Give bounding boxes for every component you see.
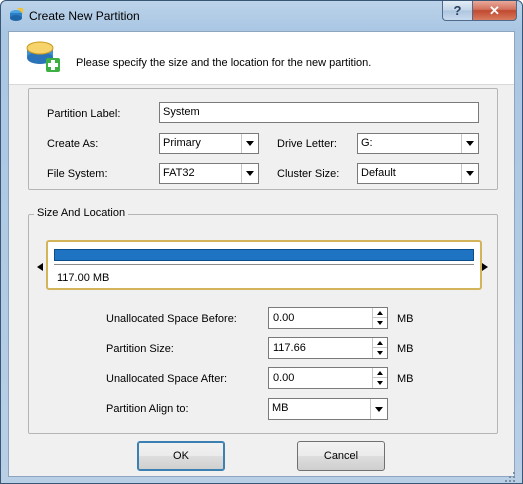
- unallocated-after-spinner[interactable]: 0.00: [268, 367, 388, 389]
- chevron-down-icon[interactable]: [461, 134, 478, 153]
- partition-disk-map[interactable]: 117.00 MB: [46, 240, 482, 290]
- partition-align-select[interactable]: MB: [268, 398, 388, 420]
- new-partition-icon: [26, 41, 60, 72]
- resize-grip-icon[interactable]: [504, 471, 516, 483]
- file-system-select[interactable]: FAT32: [159, 163, 259, 184]
- file-system-value: FAT32: [163, 167, 195, 179]
- header-instruction: Please specify the size and the location…: [76, 57, 372, 69]
- help-icon: ?: [453, 3, 462, 18]
- spinner-buttons: [372, 308, 387, 328]
- create-as-value: Primary: [163, 137, 201, 149]
- partition-align-value: MB: [272, 402, 289, 414]
- disk-map-divider: [54, 264, 474, 265]
- dialog-header: Please specify the size and the location…: [9, 32, 514, 84]
- arrow-up-icon[interactable]: [373, 308, 387, 318]
- spinner-buttons: [372, 338, 387, 358]
- partition-label-label: Partition Label:: [47, 108, 121, 120]
- left-resize-handle-icon[interactable]: [37, 263, 43, 271]
- partition-size-text: 117.00 MB: [57, 272, 110, 284]
- arrow-up-icon[interactable]: [373, 368, 387, 378]
- dialog-body: Please specify the size and the location…: [8, 31, 515, 477]
- create-as-select[interactable]: Primary: [159, 133, 259, 154]
- partition-label-input[interactable]: System: [159, 102, 479, 123]
- unallocated-after-value[interactable]: 0.00: [273, 372, 294, 384]
- unallocated-after-unit: MB: [397, 373, 414, 385]
- partition-bar[interactable]: [54, 249, 474, 261]
- arrow-down-icon[interactable]: [373, 348, 387, 358]
- chevron-down-icon[interactable]: [241, 164, 258, 183]
- create-partition-dialog: Create New Partition ? ✕ Please specify …: [0, 0, 523, 484]
- unallocated-before-label: Unallocated Space Before:: [106, 313, 237, 325]
- partition-size-unit: MB: [397, 343, 414, 355]
- chevron-down-icon[interactable]: [241, 134, 258, 153]
- partition-size-value[interactable]: 117.66: [273, 342, 306, 354]
- create-as-label: Create As:: [47, 138, 99, 150]
- drive-letter-value: G:: [361, 137, 373, 149]
- close-button[interactable]: ✕: [472, 1, 517, 21]
- window-title: Create New Partition: [29, 9, 140, 23]
- partition-size-spinner[interactable]: 117.66: [268, 337, 388, 359]
- cancel-button[interactable]: Cancel: [297, 441, 385, 471]
- unallocated-before-spinner[interactable]: 0.00: [268, 307, 388, 329]
- partition-properties-group: Partition Label: System Create As: Prima…: [28, 88, 498, 190]
- partition-size-label: Partition Size:: [106, 343, 174, 355]
- size-location-title: Size And Location: [34, 207, 129, 219]
- cluster-size-select[interactable]: Default: [357, 163, 479, 184]
- drive-letter-select[interactable]: G:: [357, 133, 479, 154]
- unallocated-after-label: Unallocated Space After:: [106, 373, 228, 385]
- right-resize-handle-icon[interactable]: [482, 263, 488, 271]
- arrow-down-icon[interactable]: [373, 378, 387, 388]
- close-icon: ✕: [489, 2, 500, 18]
- partition-wizard-icon: [10, 8, 23, 21]
- cluster-size-label: Cluster Size:: [277, 168, 340, 180]
- title-bar[interactable]: Create New Partition ? ✕: [1, 1, 522, 31]
- ok-button[interactable]: OK: [137, 441, 225, 471]
- drive-letter-label: Drive Letter:: [277, 138, 337, 150]
- file-system-label: File System:: [47, 168, 108, 180]
- arrow-down-icon[interactable]: [373, 318, 387, 328]
- chevron-down-icon[interactable]: [370, 399, 387, 419]
- unallocated-before-unit: MB: [397, 313, 414, 325]
- chevron-down-icon[interactable]: [461, 164, 478, 183]
- spinner-buttons: [372, 368, 387, 388]
- arrow-up-icon[interactable]: [373, 338, 387, 348]
- partition-align-label: Partition Align to:: [106, 403, 189, 415]
- header-divider: [9, 84, 514, 85]
- unallocated-before-value[interactable]: 0.00: [273, 312, 294, 324]
- cluster-size-value: Default: [361, 167, 396, 179]
- help-button[interactable]: ?: [442, 1, 473, 21]
